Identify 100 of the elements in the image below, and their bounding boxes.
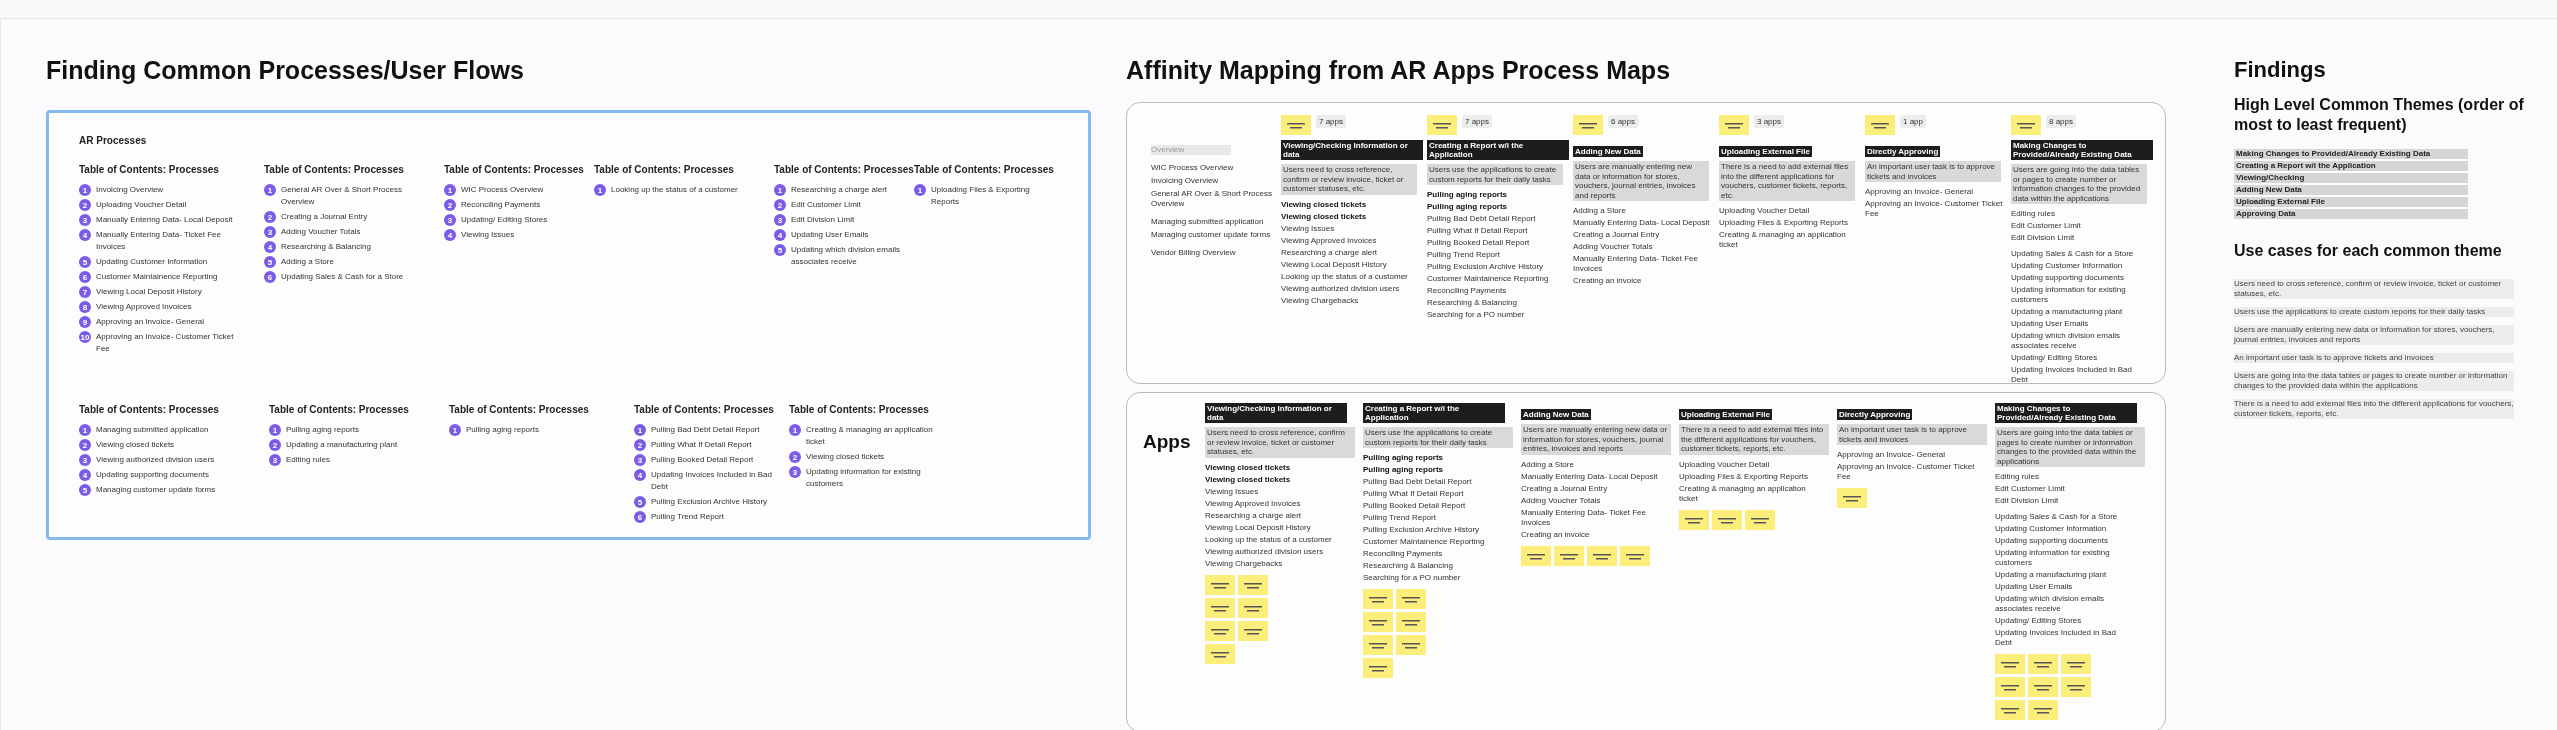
process-link[interactable]: Managing customer update forms	[96, 484, 216, 496]
process-link[interactable]: Approving an Invoice- Customer Ticket Fee	[96, 331, 246, 355]
findings-title: Findings	[2234, 57, 2327, 83]
process-item: Updating which division emails associates receive	[1995, 594, 2105, 614]
process-link[interactable]: Viewing Local Deposit History	[96, 286, 202, 298]
sticky-note-icon	[2028, 654, 2058, 674]
process-link[interactable]: Uploading Files & Exporting Reports	[931, 184, 1054, 208]
sticky-note-icon	[2028, 677, 2058, 697]
process-link[interactable]: Edit Customer Limit	[791, 199, 861, 211]
theme-item: Viewing/Checking	[2234, 173, 2468, 183]
step-number: 3	[774, 214, 786, 226]
process-item: Pulling Bad Debt Detail Report	[1427, 214, 1537, 224]
process-link[interactable]: Viewing Approved Invoices	[96, 301, 192, 313]
step-number: 6	[79, 271, 91, 283]
process-item: Updating User Emails	[2011, 319, 2090, 329]
process-item: Updating Invoices Included in Bad Debt	[2011, 365, 2133, 385]
process-link[interactable]: Manually Entering Data- Local Deposit	[96, 214, 233, 226]
section-title: Finding Common Processes/User Flows	[46, 55, 525, 86]
process-link[interactable]: Editing rules	[286, 454, 331, 466]
app-count: 6 apps	[1608, 115, 1639, 128]
process-item: Customer Maintainence Reporting	[1427, 274, 1550, 284]
process-link[interactable]: Customer Maintainence Reporting	[96, 271, 218, 283]
process-link[interactable]: Approving an Invoice- General	[96, 316, 205, 328]
step-number: 2	[634, 439, 646, 451]
process-link[interactable]: WIC Process Overview	[461, 184, 544, 196]
process-link[interactable]: Viewing closed tickets	[806, 451, 885, 463]
theme-description: An important user task is to approve tickets and invoices	[1865, 161, 2001, 182]
process-link[interactable]: Manually Entering Data- Ticket Fee Invoices	[96, 229, 246, 253]
process-link[interactable]: Updating Customer Information	[96, 256, 208, 268]
theme-title: Creating a Report w/i the Application	[1363, 403, 1505, 423]
process-item: Looking up the status of a customer	[1281, 271, 1409, 282]
sticky-note-icon	[2028, 700, 2058, 720]
process-link[interactable]: Researching & Balancing	[281, 241, 371, 253]
process-link[interactable]: Pulling What If Detail Report	[651, 439, 752, 451]
step-number: 2	[444, 199, 456, 211]
process-link[interactable]: Viewing Issues	[461, 229, 515, 241]
process-link[interactable]: Viewing closed tickets	[96, 439, 175, 451]
apps-label: Apps	[1143, 431, 1192, 454]
process-link[interactable]: Adding a Store	[281, 256, 334, 268]
process-item: Approving an Invoice- General	[1837, 450, 1947, 460]
process-item: Creating & managing an application ticket	[1679, 483, 1807, 504]
step-number: 1	[449, 424, 461, 436]
toc-heading: Table of Contents: Processes	[264, 164, 405, 175]
process-link[interactable]: Updating User Emails	[791, 229, 869, 241]
process-item: Pulling aging reports	[1427, 190, 1508, 200]
sticky-note-icon	[1620, 545, 1650, 566]
step-number: 5	[79, 256, 91, 268]
process-link[interactable]: Pulling aging reports	[466, 424, 539, 436]
process-link[interactable]: Managing submitted application	[96, 424, 209, 436]
process-link[interactable]: Updating supporting documents	[96, 469, 209, 481]
sticky-note-icon	[1745, 509, 1775, 530]
process-link[interactable]: Researching a charge alert	[791, 184, 888, 196]
sticky-note-icon	[1427, 115, 1457, 135]
theme-description: Users use the applications to create custom reports for their daily tasks	[1427, 164, 1563, 185]
process-link[interactable]: Updating a manufacturing plant	[286, 439, 398, 451]
process-link[interactable]: Edit Division Limit	[791, 214, 855, 226]
use-case: Users need to cross reference, confirm or review invoice, ticket or customer statuses, etc.	[2234, 279, 2514, 299]
process-frame[interactable]	[46, 110, 1091, 540]
process-link[interactable]: Pulling Bad Debt Detail Report	[651, 424, 760, 436]
process-item: Manually Entering Data- Ticket Fee Invoices	[1521, 507, 1647, 528]
process-item: Creating an invoice	[1573, 276, 1643, 286]
process-link[interactable]: Updating Sales & Cash for a Store	[281, 271, 404, 283]
process-item: Viewing Approved Invoices	[1205, 498, 1302, 509]
process-item: Pulling What If Detail Report	[1427, 226, 1529, 236]
process-link[interactable]: Updating which division emails associates receive	[791, 244, 914, 268]
process-item: Updating a manufacturing plant	[2011, 307, 2124, 317]
sticky-note-icon	[1587, 545, 1617, 566]
process-link[interactable]: Pulling aging reports	[286, 424, 359, 436]
sticky-note-icon	[1396, 635, 1426, 655]
process-link[interactable]: Uploading Voucher Detail	[96, 199, 187, 211]
step-number: 2	[774, 199, 786, 211]
process-link[interactable]: Updating Invoices Included in Bad Debt	[651, 469, 789, 493]
process-item: Uploading Files & Exporting Reports	[1719, 218, 1849, 228]
step-number: 1	[264, 184, 276, 196]
process-link[interactable]: Pulling Booked Detail Report	[651, 454, 754, 466]
sticky-note-icon	[1995, 700, 2025, 720]
process-link[interactable]: Creating & managing an application ticket	[806, 424, 949, 448]
process-link[interactable]: Reconciling Payments	[461, 199, 541, 211]
process-link[interactable]: Invoicing Overview	[96, 184, 164, 196]
process-link[interactable]: Pulling Exclusion Archive History	[651, 496, 768, 508]
process-link[interactable]: Looking up the status of a customer	[611, 184, 738, 196]
process-link[interactable]: Updating/ Editing Stores	[461, 214, 548, 226]
process-link[interactable]: Pulling Trend Report	[651, 511, 724, 523]
toc-heading: Table of Contents: Processes	[774, 164, 914, 175]
step-number: 4	[79, 469, 91, 481]
process-item: Viewing authorized division users	[1205, 546, 1325, 557]
process-link[interactable]: Viewing authorized division users	[96, 454, 215, 466]
process-link[interactable]: Creating a Journal Entry	[281, 211, 368, 223]
process-item: Updating Invoices Included in Bad Debt	[1995, 628, 2117, 648]
theme-description: Users are manually entering new data or information for stores, vouchers, journal entries, invoices and reports	[1521, 424, 1671, 455]
sticky-note-icon	[1205, 597, 1235, 618]
process-link[interactable]: Updating information for existing customers	[806, 466, 949, 490]
process-item: Researching & Balancing	[1363, 561, 1454, 571]
step-number: 3	[444, 214, 456, 226]
app-count: 3 apps	[1754, 115, 1785, 128]
sticky-note-icon	[1995, 677, 2025, 697]
overview-item: Invoicing Overview	[1151, 176, 1220, 186]
process-item: Creating an invoice	[1521, 529, 1591, 540]
process-link[interactable]: Adding Voucher Totals	[281, 226, 361, 238]
process-link[interactable]: General AR Over & Short Process Overview	[281, 184, 431, 208]
